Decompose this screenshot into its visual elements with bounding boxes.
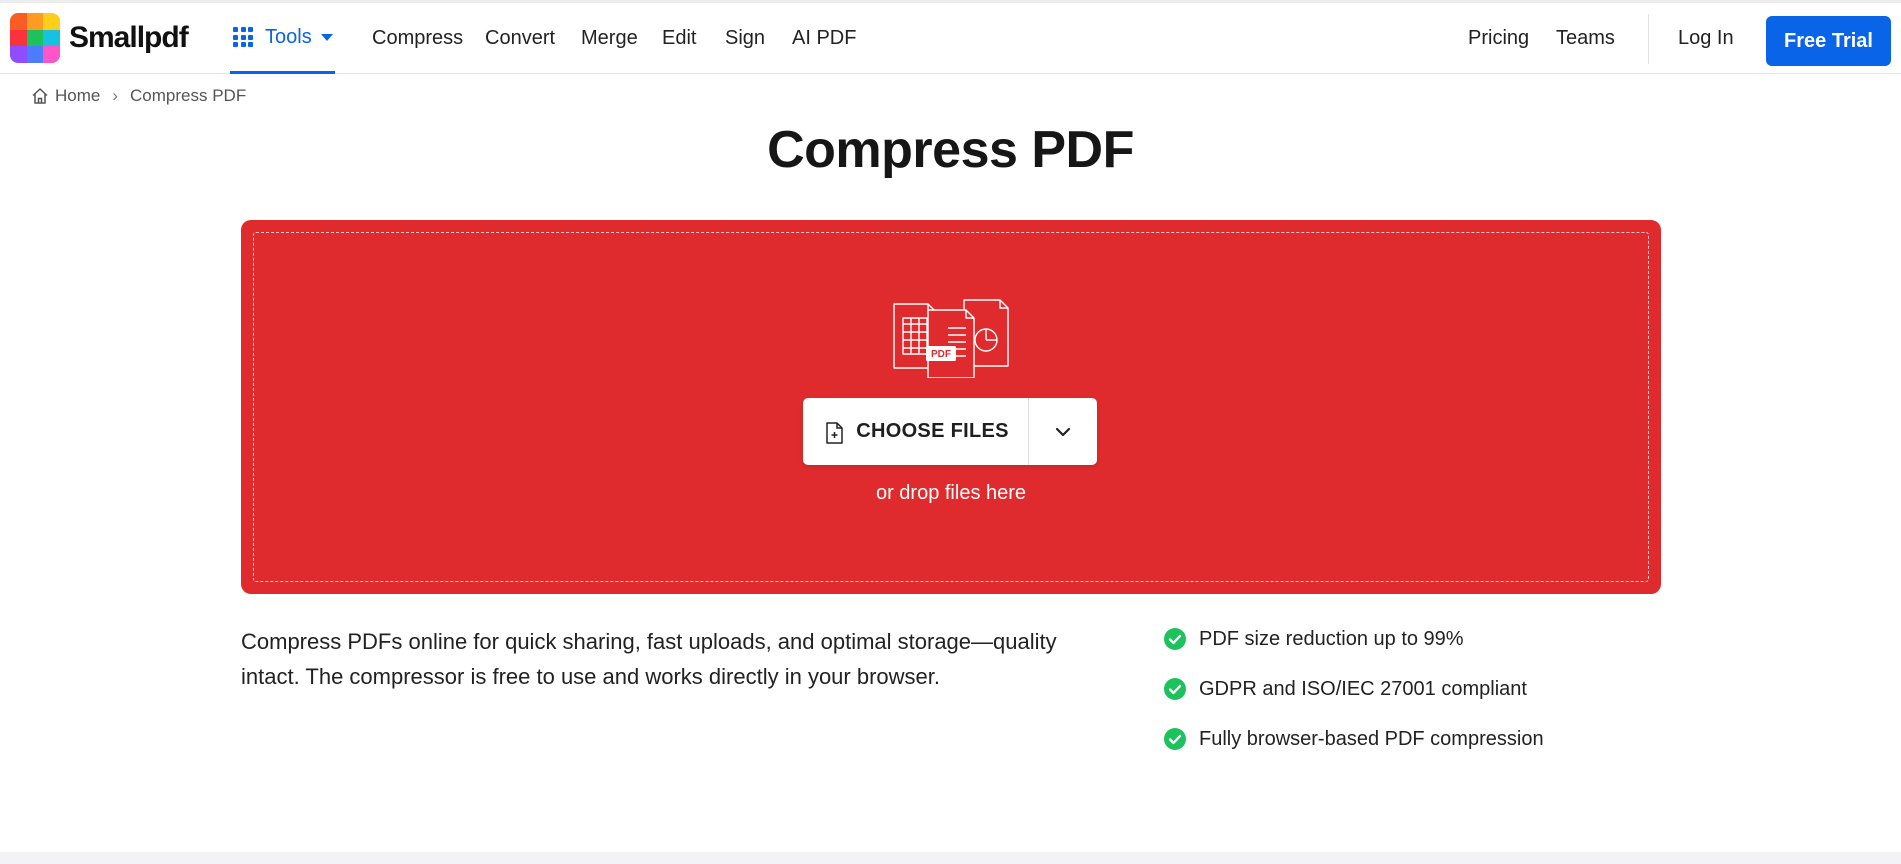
nav-link-merge[interactable]: Merge bbox=[581, 27, 638, 50]
free-trial-button[interactable]: Free Trial bbox=[1766, 16, 1891, 66]
feature-list: PDF size reduction up to 99% GDPR and IS… bbox=[1163, 624, 1544, 774]
login-link[interactable]: Log In bbox=[1678, 27, 1734, 50]
logo-mark-icon bbox=[10, 13, 60, 63]
smallpdf-logo[interactable]: Smallpdf bbox=[10, 13, 189, 63]
caret-down-icon bbox=[320, 33, 333, 41]
feature-item: GDPR and ISO/IEC 27001 compliant bbox=[1163, 674, 1544, 704]
feature-text: Fully browser-based PDF compression bbox=[1199, 727, 1544, 750]
nav-link-compress[interactable]: Compress bbox=[372, 27, 463, 50]
choose-files-label: CHOOSE FILES bbox=[856, 420, 1009, 442]
nav-divider bbox=[1648, 14, 1649, 64]
check-circle-icon bbox=[1164, 628, 1186, 650]
page-title: Compress PDF bbox=[767, 121, 1134, 179]
check-circle-icon bbox=[1164, 678, 1186, 700]
chevron-down-icon bbox=[1055, 427, 1071, 436]
top-navigation: Smallpdf Tools Compress Convert Merge Ed… bbox=[0, 0, 1901, 74]
drop-hint: or drop files here bbox=[875, 482, 1027, 504]
page-bottom-band bbox=[0, 852, 1901, 864]
nav-link-pricing[interactable]: Pricing bbox=[1468, 27, 1529, 50]
documents-illustration-icon: PDF bbox=[893, 299, 1009, 378]
file-plus-icon bbox=[826, 421, 843, 444]
feature-item: PDF size reduction up to 99% bbox=[1163, 624, 1544, 654]
check-circle-icon bbox=[1164, 728, 1186, 750]
tools-menu-button[interactable]: Tools bbox=[230, 3, 335, 74]
choose-files-dropdown-button[interactable] bbox=[1029, 398, 1097, 465]
breadcrumb: Home › Compress PDF bbox=[30, 86, 246, 106]
tool-description: Compress PDFs online for quick sharing, … bbox=[241, 629, 1057, 689]
feature-item: Fully browser-based PDF compression bbox=[1163, 724, 1544, 754]
home-icon bbox=[32, 88, 48, 104]
nav-link-convert[interactable]: Convert bbox=[485, 27, 555, 50]
feature-text: GDPR and ISO/IEC 27001 compliant bbox=[1199, 677, 1527, 700]
grid-icon bbox=[233, 27, 253, 47]
choose-files-button[interactable]: CHOOSE FILES bbox=[803, 398, 1029, 465]
logo-text: Smallpdf bbox=[69, 21, 189, 54]
nav-link-ai-pdf[interactable]: AI PDF bbox=[792, 27, 856, 50]
breadcrumb-current: Compress PDF bbox=[130, 86, 247, 105]
choose-files-group: CHOOSE FILES bbox=[803, 398, 1097, 465]
breadcrumb-home[interactable]: Home bbox=[55, 86, 100, 106]
feature-text: PDF size reduction up to 99% bbox=[1199, 627, 1464, 650]
file-dropzone[interactable]: PDF CHOOSE FILES or drop files here bbox=[241, 220, 1661, 594]
pdf-badge-text: PDF bbox=[931, 349, 951, 360]
tools-label: Tools bbox=[265, 25, 312, 48]
nav-link-sign[interactable]: Sign bbox=[725, 27, 765, 50]
nav-link-edit[interactable]: Edit bbox=[662, 27, 696, 50]
breadcrumb-separator: › bbox=[112, 86, 119, 105]
nav-link-teams[interactable]: Teams bbox=[1556, 27, 1615, 50]
